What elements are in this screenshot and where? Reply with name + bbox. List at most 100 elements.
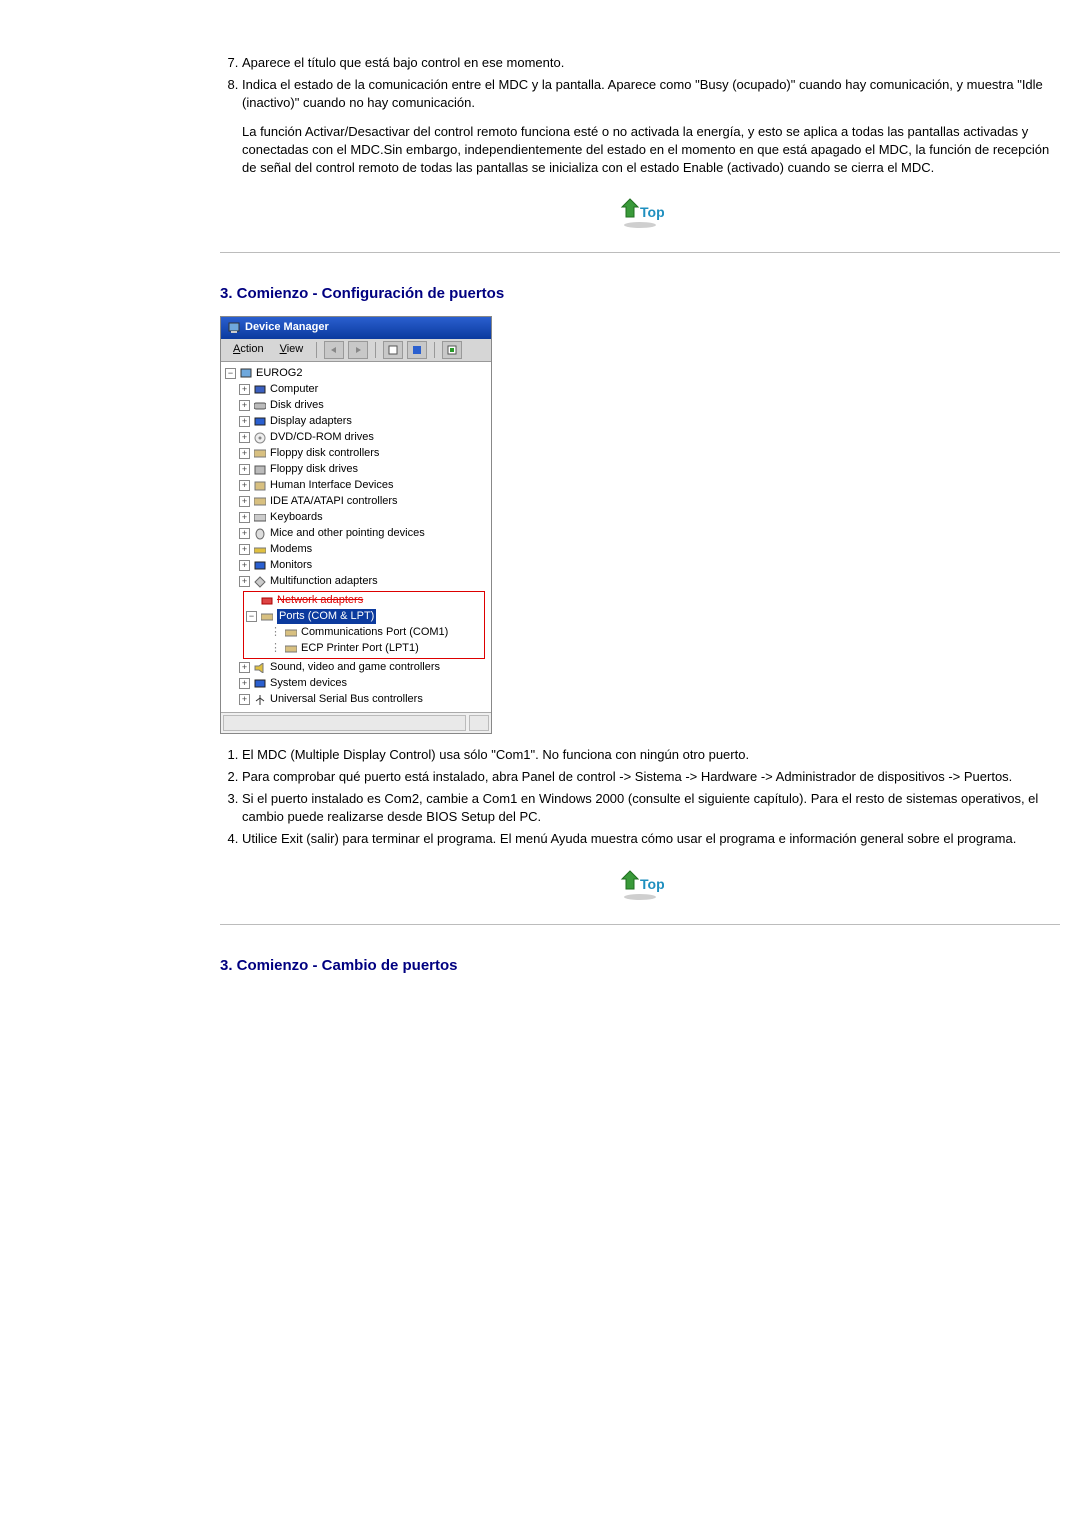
expand-icon[interactable]: + — [239, 400, 250, 411]
intro-list: Aparece el título que está bajo control … — [220, 54, 1060, 113]
tree-label: Network adapters — [277, 593, 363, 608]
toolbar-forward-icon[interactable] — [348, 341, 368, 359]
back-to-top-link-2[interactable]: Top — [220, 867, 1060, 906]
expand-icon[interactable]: + — [239, 560, 250, 571]
tree-label: DVD/CD-ROM drives — [270, 430, 374, 445]
tree-hid[interactable]: + Human Interface Devices — [225, 478, 489, 494]
expand-icon[interactable]: + — [239, 480, 250, 491]
expand-icon[interactable]: + — [239, 464, 250, 475]
tree-label: IDE ATA/ATAPI controllers — [270, 494, 398, 509]
tree-label: Display adapters — [270, 414, 352, 429]
back-to-top-link-1[interactable]: Top — [220, 195, 1060, 234]
tree-sound[interactable]: + Sound, video and game controllers — [225, 660, 489, 676]
tree-label: System devices — [270, 676, 347, 691]
config-item-1: El MDC (Multiple Display Control) usa só… — [242, 746, 1060, 764]
tree-label: Communications Port (COM1) — [301, 625, 448, 640]
toolbar-refresh-icon[interactable] — [442, 341, 462, 359]
expand-icon[interactable]: + — [239, 576, 250, 587]
tree-dvd[interactable]: + DVD/CD-ROM drives — [225, 430, 489, 446]
expand-icon[interactable]: + — [239, 512, 250, 523]
expand-icon[interactable]: + — [239, 678, 250, 689]
tree-label-selected: Ports (COM & LPT) — [277, 609, 376, 624]
toolbar-properties-icon[interactable] — [383, 341, 403, 359]
display-icon — [253, 416, 267, 428]
menu-action[interactable]: AActionction — [227, 341, 270, 358]
tree-root[interactable]: − EUROG2 — [225, 366, 489, 382]
top-icon: Top — [616, 867, 664, 901]
modem-icon — [253, 544, 267, 556]
config-item-3: Si el puerto instalado es Com2, cambie a… — [242, 790, 1060, 826]
expand-icon[interactable]: + — [239, 432, 250, 443]
ide-icon — [253, 496, 267, 508]
tree-display[interactable]: + Display adapters — [225, 414, 489, 430]
expand-icon[interactable]: + — [239, 694, 250, 705]
tree-label: Floppy disk controllers — [270, 446, 379, 461]
port-icon — [284, 627, 298, 639]
menu-view[interactable]: View — [274, 341, 310, 358]
tree-network-struck[interactable]: +Network adapters — [246, 593, 482, 609]
tree-disk[interactable]: + Disk drives — [225, 398, 489, 414]
expand-icon[interactable]: + — [239, 528, 250, 539]
dvd-icon — [253, 432, 267, 444]
tree-label: Keyboards — [270, 510, 323, 525]
intro-note: La función Activar/Desactivar del contro… — [242, 123, 1060, 178]
network-icon — [260, 595, 274, 607]
sound-icon — [253, 662, 267, 674]
system-icon — [253, 678, 267, 690]
expand-icon[interactable]: + — [239, 496, 250, 507]
expand-icon[interactable]: + — [239, 384, 250, 395]
tree-com1[interactable]: ⋮Communications Port (COM1) — [246, 625, 482, 641]
tree-label: Computer — [270, 382, 318, 397]
tree-label: ECP Printer Port (LPT1) — [301, 641, 419, 656]
port-icon — [284, 643, 298, 655]
floppy-icon — [253, 464, 267, 476]
mouse-icon — [253, 528, 267, 540]
computer-root-icon — [239, 368, 253, 380]
tree-label: Sound, video and game controllers — [270, 660, 440, 675]
svg-text:Top: Top — [640, 876, 664, 892]
tree-label: Disk drives — [270, 398, 324, 413]
divider-2 — [220, 924, 1060, 925]
divider-1 — [220, 252, 1060, 253]
tree-modems[interactable]: +Modems — [225, 542, 489, 558]
tree-label: Multifunction adapters — [270, 574, 378, 589]
tree-floppyc[interactable]: + Floppy disk controllers — [225, 446, 489, 462]
collapse-icon[interactable]: − — [225, 368, 236, 379]
status-cell — [223, 715, 466, 731]
tree-ports[interactable]: − Ports (COM & LPT) — [246, 609, 482, 625]
highlighted-ports-block: +Network adapters − Ports (COM & LPT) ⋮Co… — [243, 591, 485, 659]
tree-monitors[interactable]: + Monitors — [225, 558, 489, 574]
multifunction-icon — [253, 576, 267, 588]
tree-label: Monitors — [270, 558, 312, 573]
expand-icon[interactable]: + — [239, 544, 250, 555]
expand-icon[interactable]: + — [239, 448, 250, 459]
disk-icon — [253, 400, 267, 412]
tree-mice[interactable]: +Mice and other pointing devices — [225, 526, 489, 542]
expand-icon[interactable]: + — [239, 416, 250, 427]
devmgr-tree: − EUROG2 + Computer + Disk drives + Display… — [221, 362, 491, 712]
devmgr-title-text: Device Manager — [245, 320, 329, 335]
top-icon: Top — [616, 195, 664, 229]
tree-ide[interactable]: + IDE ATA/ATAPI controllers — [225, 494, 489, 510]
tree-floppyd[interactable]: +Floppy disk drives — [225, 462, 489, 478]
collapse-icon[interactable]: − — [246, 611, 257, 622]
tree-computer[interactable]: + Computer — [225, 382, 489, 398]
usb-icon — [253, 694, 267, 706]
tree-usb[interactable]: +Universal Serial Bus controllers — [225, 692, 489, 708]
tree-label: Human Interface Devices — [270, 478, 394, 493]
ports-icon — [260, 611, 274, 623]
toolbar-scan-icon[interactable] — [407, 341, 427, 359]
controller-icon — [253, 448, 267, 460]
hid-icon — [253, 480, 267, 492]
devmgr-menubar: AActionction View — [221, 339, 491, 362]
status-cell-grip — [469, 715, 489, 731]
tree-multifn[interactable]: + Multifunction adapters — [225, 574, 489, 590]
tree-lpt1[interactable]: ⋮ECP Printer Port (LPT1) — [246, 641, 482, 657]
expand-icon[interactable]: + — [239, 662, 250, 673]
toolbar-back-icon[interactable] — [324, 341, 344, 359]
devmgr-app-icon — [227, 322, 241, 334]
intro-item-7: Aparece el título que está bajo control … — [242, 54, 1060, 72]
devmgr-titlebar: Device Manager — [221, 317, 491, 338]
tree-system[interactable]: + System devices — [225, 676, 489, 692]
tree-keyboards[interactable]: + Keyboards — [225, 510, 489, 526]
